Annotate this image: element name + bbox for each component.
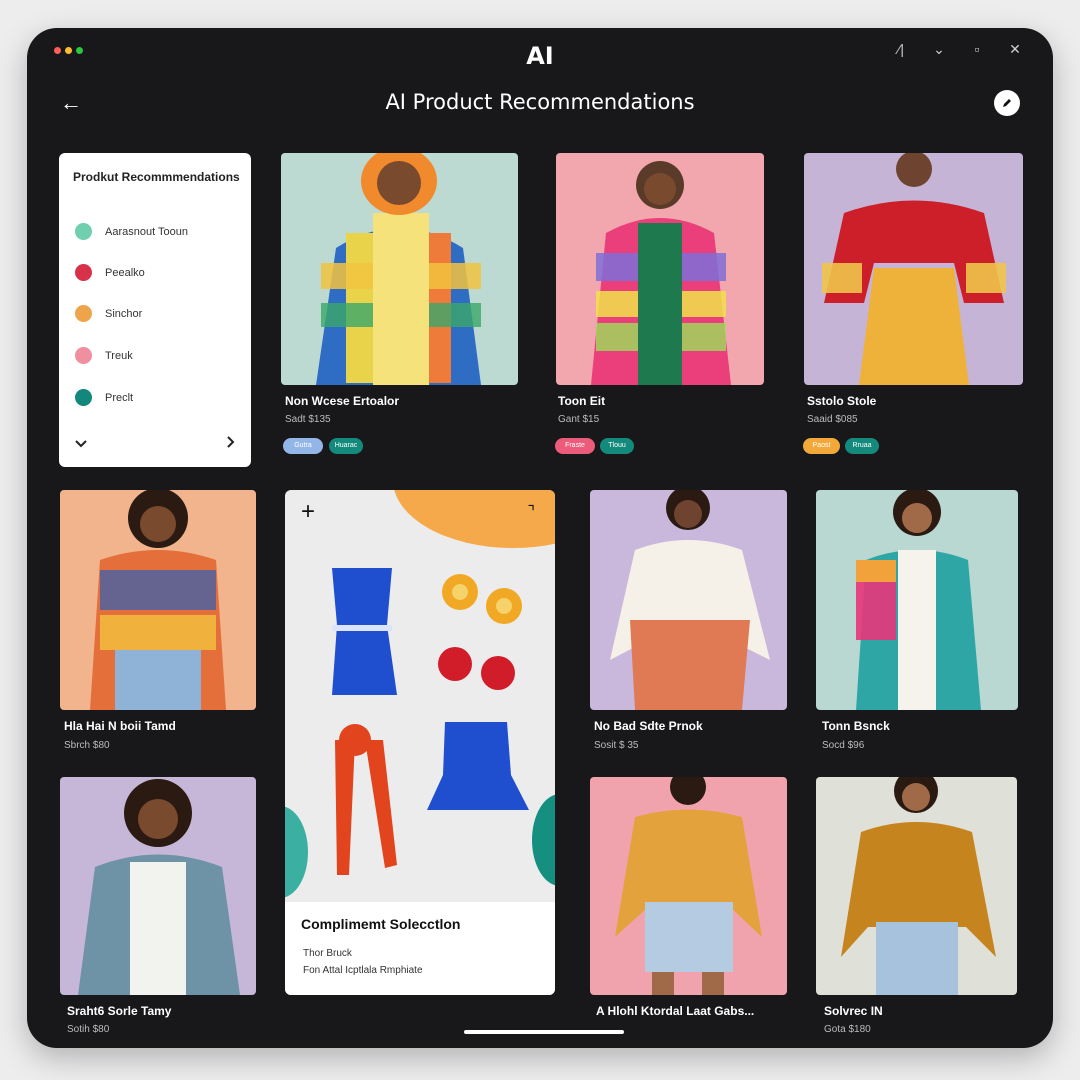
product-name[interactable]: Hla Hai N boii Tamd bbox=[64, 719, 176, 733]
product-tag[interactable]: Gutra bbox=[283, 438, 323, 454]
product-name[interactable]: No Bad Sdte Prnok bbox=[594, 719, 703, 733]
restore-icon[interactable]: ▫ bbox=[969, 41, 985, 58]
product-name[interactable]: Tonn Bsnck bbox=[822, 719, 890, 733]
complement-footer: Complimemt Solecctlon Thor Bruck Fon Att… bbox=[285, 902, 555, 995]
product-image[interactable] bbox=[816, 490, 1018, 710]
home-indicator[interactable] bbox=[464, 1030, 624, 1034]
color-swatch bbox=[75, 389, 92, 406]
complement-subtitle: Thor Bruck bbox=[303, 948, 352, 959]
product-name[interactable]: A Hlohl Ktordal Laat Gabs... bbox=[596, 1004, 754, 1018]
pencil-icon bbox=[1003, 99, 1011, 107]
product-image[interactable] bbox=[590, 490, 787, 710]
close-icon[interactable]: ✕ bbox=[1007, 41, 1023, 58]
window-controls: ⁄| ⌄ ▫ ✕ bbox=[893, 41, 1023, 58]
product-image[interactable] bbox=[590, 777, 787, 995]
product-name[interactable]: Sraht6 Sorle Tamy bbox=[67, 1004, 171, 1018]
product-tag[interactable]: Fraste bbox=[555, 438, 595, 454]
product-price: Saaid $085 bbox=[807, 414, 858, 425]
color-swatch bbox=[75, 264, 92, 281]
filter-item-label: Sinchor bbox=[105, 307, 143, 320]
edit-button[interactable] bbox=[994, 90, 1020, 116]
add-icon[interactable]: + bbox=[301, 498, 315, 526]
chevron-right-icon[interactable] bbox=[227, 435, 235, 453]
product-name[interactable]: Sstolo Stole bbox=[807, 394, 876, 408]
product-tag[interactable]: Rruaa bbox=[845, 438, 879, 454]
product-image[interactable] bbox=[556, 153, 764, 385]
product-image[interactable] bbox=[60, 777, 256, 995]
product-price: Sadt $135 bbox=[285, 414, 331, 425]
complement-artwork bbox=[285, 490, 555, 898]
ai-toggle-icon[interactable]: ⁄| bbox=[893, 41, 909, 58]
complement-description: Fon Attal Icptlala Rmphiate bbox=[303, 965, 423, 976]
filter-item-label: Peealko bbox=[105, 266, 145, 279]
chevron-down-icon[interactable] bbox=[75, 435, 87, 453]
filter-item-label: Preclt bbox=[105, 391, 134, 404]
product-price: Sosit $ 35 bbox=[594, 740, 639, 751]
filter-panel-title: Prodkut Recommmendations bbox=[73, 170, 240, 184]
product-tag[interactable]: Paost bbox=[803, 438, 840, 454]
filter-item[interactable]: Preclt bbox=[75, 389, 133, 406]
arrow-icon[interactable]: ⌝ bbox=[528, 502, 536, 522]
product-image[interactable] bbox=[281, 153, 518, 385]
page-title: AI Product Recommendations bbox=[385, 90, 695, 114]
product-image[interactable] bbox=[816, 777, 1017, 995]
color-swatch bbox=[75, 305, 92, 322]
filter-item-label: Treuk bbox=[105, 349, 133, 362]
filter-item[interactable]: Aarasnout Tooun bbox=[75, 223, 188, 240]
app-window: AI ⁄| ⌄ ▫ ✕ ← AI Product Recommendations… bbox=[27, 28, 1053, 1048]
complement-card[interactable]: + ⌝ Complimemt Solecctlon Thor Bruck Fon… bbox=[285, 490, 555, 995]
product-price: Gota $180 bbox=[824, 1024, 871, 1035]
product-image[interactable] bbox=[60, 490, 256, 710]
filter-item[interactable]: Treuk bbox=[75, 347, 133, 364]
product-image[interactable] bbox=[804, 153, 1023, 385]
product-tag[interactable]: Tlouu bbox=[600, 438, 634, 454]
color-swatch bbox=[75, 347, 92, 364]
product-name[interactable]: Non Wcese Ertoalor bbox=[285, 394, 399, 408]
filter-item[interactable]: Sinchor bbox=[75, 305, 142, 322]
filter-item[interactable]: Peealko bbox=[75, 264, 145, 281]
color-swatch bbox=[75, 223, 92, 240]
filter-panel: Prodkut Recommmendations Aarasnout Tooun… bbox=[59, 153, 251, 467]
product-price: Socd $96 bbox=[822, 740, 865, 751]
product-price: Sotih $80 bbox=[67, 1024, 110, 1035]
product-tag[interactable]: Huarac bbox=[329, 438, 363, 454]
product-price: Sbrch $80 bbox=[64, 740, 110, 751]
filter-item-label: Aarasnout Tooun bbox=[105, 225, 188, 238]
complement-title: Complimemt Solecctlon bbox=[301, 916, 461, 932]
product-name[interactable]: Solvrec IN bbox=[824, 1004, 883, 1018]
chevron-down-icon[interactable]: ⌄ bbox=[931, 41, 947, 58]
product-price: Gant $15 bbox=[558, 414, 600, 425]
product-name[interactable]: Toon Eit bbox=[558, 394, 605, 408]
